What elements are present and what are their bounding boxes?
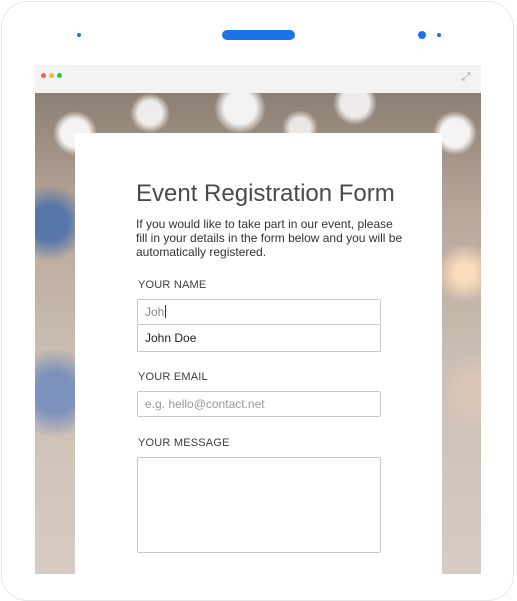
name-label: YOUR NAME (138, 279, 207, 291)
text-caret (165, 305, 167, 318)
message-textarea[interactable] (137, 457, 381, 553)
camera-dot (418, 31, 426, 39)
sensor-dot (77, 33, 81, 37)
name-autocomplete-suggestion[interactable]: John Doe (137, 325, 381, 352)
form-title: Event Registration Form (136, 180, 395, 207)
maximize-button[interactable] (57, 73, 62, 78)
name-input[interactable]: Joh (137, 299, 381, 325)
browser-window: ⤢ Event Registration Form If you would l… (35, 65, 481, 574)
speaker-bar (222, 30, 295, 40)
close-button[interactable] (41, 73, 46, 78)
page-background: Event Registration Form If you would lik… (35, 93, 481, 574)
name-input-value: Joh (145, 305, 165, 319)
form-intro: If you would like to take part in our ev… (136, 217, 403, 259)
window-titlebar: ⤢ (35, 65, 481, 93)
registration-form: Event Registration Form If you would lik… (75, 133, 442, 574)
minimize-button[interactable] (49, 73, 54, 78)
message-label: YOUR MESSAGE (138, 437, 230, 449)
email-input[interactable] (137, 391, 381, 417)
sensor-dot-small (437, 33, 441, 37)
expand-icon[interactable]: ⤢ (460, 71, 472, 83)
email-label: YOUR EMAIL (138, 371, 208, 383)
